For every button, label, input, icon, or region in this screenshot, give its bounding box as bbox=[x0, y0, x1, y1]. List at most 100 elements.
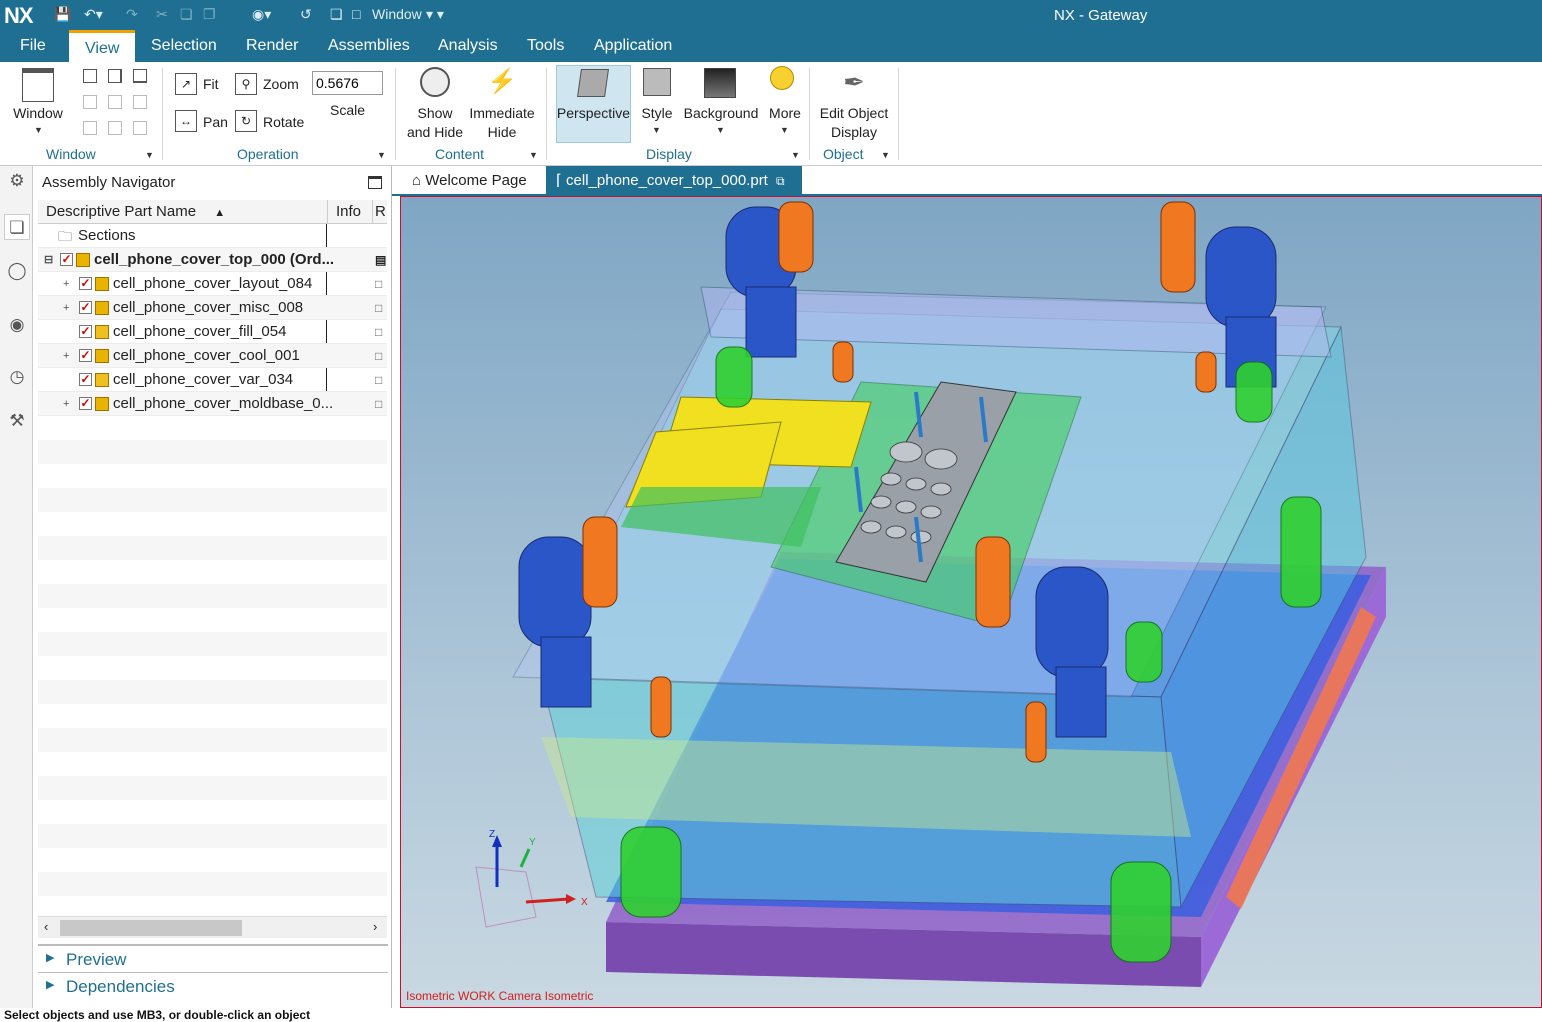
preview-section[interactable]: ▶ Preview bbox=[38, 944, 388, 970]
menu-file[interactable]: File bbox=[20, 37, 46, 55]
rotate-icon[interactable]: ↻ bbox=[235, 110, 257, 132]
tree-row-fill[interactable]: ✓ cell_phone_cover_fill_054 □ bbox=[38, 320, 387, 344]
layout-single-icon[interactable] bbox=[83, 69, 97, 83]
menu-tools[interactable]: Tools bbox=[527, 37, 564, 55]
group-operation-caret-icon[interactable]: ▼ bbox=[377, 150, 386, 160]
style-caret-icon[interactable]: ▼ bbox=[652, 125, 661, 135]
scroll-right-icon[interactable]: › bbox=[373, 919, 377, 934]
web-browser-icon[interactable]: ◉ bbox=[4, 312, 30, 338]
pan-icon[interactable]: ↔ bbox=[175, 110, 197, 132]
background-icon[interactable] bbox=[704, 68, 736, 98]
show-hide-icon[interactable] bbox=[420, 67, 450, 97]
immediate-hide-label-1[interactable]: Immediate bbox=[467, 104, 537, 123]
window-caret-icon[interactable]: ▼ bbox=[34, 125, 43, 135]
horizontal-scrollbar[interactable]: ‹ › bbox=[38, 916, 387, 938]
window-menu[interactable]: Window bbox=[372, 6, 422, 24]
show-hide-label-1[interactable]: Show bbox=[400, 104, 470, 123]
copy-icon[interactable]: ❏ bbox=[180, 6, 193, 24]
cut-icon[interactable]: ✂ bbox=[156, 6, 168, 24]
immediate-hide-icon[interactable]: ⚡ bbox=[487, 68, 517, 96]
menu-selection[interactable]: Selection bbox=[151, 37, 217, 55]
tree-row-sections[interactable]: 🗀 Sections bbox=[38, 224, 387, 248]
group-object-caret-icon[interactable]: ▼ bbox=[881, 150, 890, 160]
visibility-checkbox[interactable]: ✓ bbox=[79, 397, 92, 410]
zoom-button[interactable]: Zoom bbox=[263, 75, 299, 94]
more-caret-icon[interactable]: ▼ bbox=[780, 125, 789, 135]
expand-icon[interactable]: + bbox=[63, 344, 69, 368]
scale-input[interactable] bbox=[312, 71, 383, 95]
rotate-button[interactable]: Rotate bbox=[263, 113, 304, 132]
tree-row-var[interactable]: ✓ cell_phone_cover_var_034 □ bbox=[38, 368, 387, 392]
edit-object-label-2[interactable]: Display bbox=[814, 123, 894, 142]
graphics-window[interactable]: Z Y X Isometric WORK Camera Isometric bbox=[400, 196, 1542, 1008]
hide-icon[interactable]: ◉▾ bbox=[252, 6, 271, 24]
undock-icon[interactable]: ⧉ bbox=[776, 174, 785, 188]
dependencies-section[interactable]: ▶ Dependencies bbox=[38, 972, 388, 998]
scrollbar-thumb[interactable] bbox=[60, 920, 242, 936]
paste-icon[interactable]: ❐ bbox=[203, 6, 216, 24]
expand-icon[interactable]: + bbox=[63, 272, 69, 296]
assembly-navigator-icon[interactable]: ❏ bbox=[4, 214, 30, 240]
window-icon[interactable] bbox=[22, 68, 54, 102]
visibility-checkbox[interactable]: ✓ bbox=[79, 349, 92, 362]
tree-row-top-assembly[interactable]: ⊟ ✓ cell_phone_cover_top_000 (Ord... ▤ bbox=[38, 248, 387, 272]
save-icon[interactable]: 💾 bbox=[54, 6, 71, 24]
pan-button[interactable]: Pan bbox=[203, 113, 228, 132]
settings-icon[interactable]: ⚙ bbox=[4, 168, 30, 194]
column-info[interactable]: Info bbox=[327, 200, 372, 224]
layout-vertical-icon[interactable] bbox=[108, 69, 122, 83]
background-label[interactable]: Background bbox=[683, 104, 759, 123]
history-icon[interactable]: ◷ bbox=[4, 364, 30, 390]
collapse-icon[interactable]: ⊟ bbox=[44, 248, 53, 272]
more-icon[interactable] bbox=[770, 66, 794, 90]
menu-assemblies[interactable]: Assemblies bbox=[328, 37, 410, 55]
show-hide-label-2[interactable]: and Hide bbox=[400, 123, 470, 142]
fit-button[interactable]: Fit bbox=[203, 75, 219, 94]
part-navigator-icon[interactable]: ◯ bbox=[4, 258, 30, 284]
menu-application[interactable]: Application bbox=[594, 37, 672, 55]
edit-object-display-icon[interactable]: ✒ bbox=[840, 67, 868, 97]
assembly-icon bbox=[76, 253, 90, 267]
window-menu-icon[interactable]: □ bbox=[352, 6, 360, 24]
more-label[interactable]: More bbox=[764, 104, 806, 123]
edit-object-label-1[interactable]: Edit Object bbox=[814, 104, 894, 123]
tools-icon[interactable]: ⚒ bbox=[4, 408, 30, 434]
tree-row-layout[interactable]: + ✓ cell_phone_cover_layout_084 □ bbox=[38, 272, 387, 296]
window-menu-caret-icon[interactable]: ▾ ▾ bbox=[426, 6, 444, 24]
visibility-checkbox[interactable]: ✓ bbox=[79, 373, 92, 386]
undo-icon[interactable]: ↶▾ bbox=[84, 6, 103, 24]
maximize-panel-icon[interactable] bbox=[368, 176, 382, 189]
column-part-name[interactable]: Descriptive Part Name ▲ bbox=[38, 200, 327, 224]
group-display-caret-icon[interactable]: ▼ bbox=[791, 150, 800, 160]
immediate-hide-label-2[interactable]: Hide bbox=[467, 123, 537, 142]
tree-row-cool[interactable]: + ✓ cell_phone_cover_cool_001 □ bbox=[38, 344, 387, 368]
repeat-command-icon[interactable]: ↺ bbox=[300, 6, 312, 24]
menu-analysis[interactable]: Analysis bbox=[438, 37, 498, 55]
tab-active-part[interactable]: ⌈ cell_phone_cover_top_000.prt ⧉ ✕ bbox=[546, 166, 802, 219]
column-r[interactable]: R bbox=[372, 200, 387, 224]
tab-welcome-page[interactable]: ⌂ Welcome Page bbox=[402, 166, 537, 196]
tree-row-moldbase[interactable]: + ✓ cell_phone_cover_moldbase_0... □ bbox=[38, 392, 387, 416]
layout-horizontal-icon[interactable] bbox=[133, 69, 147, 83]
style-icon[interactable] bbox=[643, 68, 671, 96]
window-button-label[interactable]: Window bbox=[8, 104, 68, 123]
fit-icon[interactable]: ↗ bbox=[175, 73, 197, 95]
redo-icon[interactable]: ↷ bbox=[126, 6, 138, 24]
visibility-checkbox[interactable]: ✓ bbox=[79, 325, 92, 338]
menu-render[interactable]: Render bbox=[246, 37, 298, 55]
menu-view[interactable]: View bbox=[69, 30, 136, 62]
tree-row-misc[interactable]: + ✓ cell_phone_cover_misc_008 □ bbox=[38, 296, 387, 320]
group-window-caret-icon[interactable]: ▼ bbox=[145, 150, 154, 160]
expand-icon[interactable]: + bbox=[63, 392, 69, 416]
style-label[interactable]: Style bbox=[636, 104, 678, 123]
expand-icon[interactable]: + bbox=[63, 296, 69, 320]
background-caret-icon[interactable]: ▼ bbox=[716, 125, 725, 135]
perspective-label[interactable]: Perspective bbox=[556, 104, 631, 123]
visibility-checkbox[interactable]: ✓ bbox=[79, 277, 92, 290]
visibility-checkbox[interactable]: ✓ bbox=[60, 253, 73, 266]
visibility-checkbox[interactable]: ✓ bbox=[79, 301, 92, 314]
group-content-caret-icon[interactable]: ▼ bbox=[529, 150, 538, 160]
window-switch-icon[interactable]: ❏ bbox=[330, 6, 343, 24]
scroll-left-icon[interactable]: ‹ bbox=[44, 919, 48, 934]
zoom-icon[interactable]: ⚲ bbox=[235, 73, 257, 95]
